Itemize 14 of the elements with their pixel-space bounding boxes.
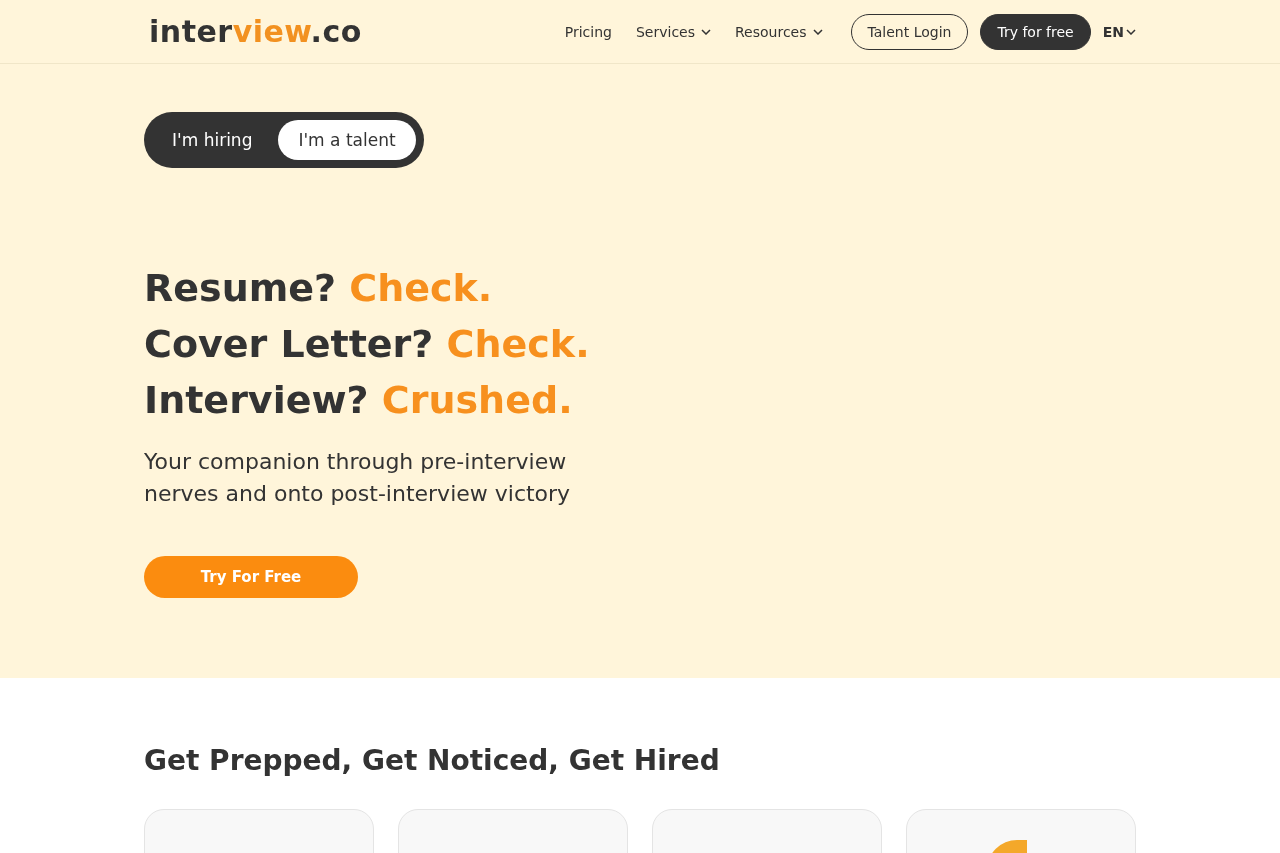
- section-title: Get Prepped, Get Noticed, Get Hired: [144, 744, 721, 777]
- language-selector[interactable]: EN: [1102, 23, 1136, 40]
- logo[interactable]: interview.co: [149, 14, 362, 49]
- chevron-down-icon: [1126, 28, 1136, 35]
- headline-line: Resume? Check.: [144, 265, 494, 312]
- headline-line: Interview? Crushed.: [144, 377, 574, 424]
- headline-line: Cover Letter? Check.: [144, 321, 591, 368]
- try-for-free-button[interactable]: Try for free: [980, 13, 1091, 50]
- toggle-option[interactable]: I'm a talent: [278, 120, 416, 160]
- toggle-option[interactable]: I'm hiring: [152, 120, 273, 160]
- nav-link[interactable]: Pricing: [558, 23, 618, 40]
- hero-subtitle: Your companion through pre-interview nerves and onto post-interview victory: [144, 448, 572, 508]
- nav-link[interactable]: Resources: [729, 23, 829, 40]
- nav-link[interactable]: Services: [629, 23, 717, 40]
